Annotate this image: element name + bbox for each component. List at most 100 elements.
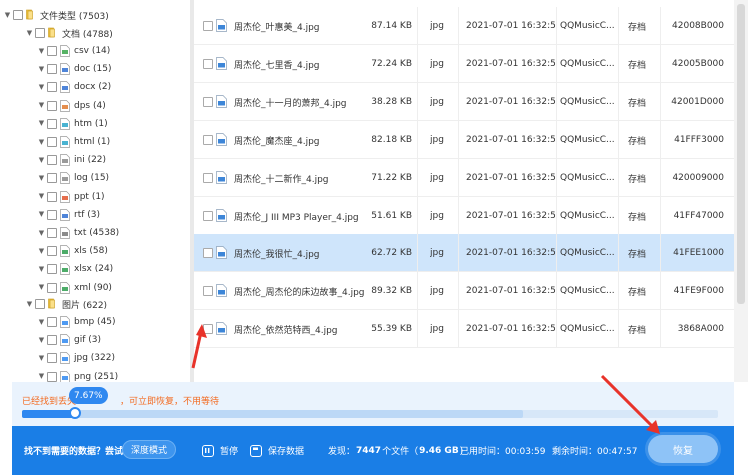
tree-images-label: 图片 (622) xyxy=(62,300,108,311)
file-row[interactable]: 周杰伦_J III MP3 Player_4.jpg 51.61 KB jpg 202… xyxy=(194,197,734,235)
doc-file-icon xyxy=(60,63,70,76)
scrollbar-thumb[interactable] xyxy=(737,4,745,304)
row-checkbox[interactable] xyxy=(203,135,213,145)
collapse-arrow-icon[interactable]: ▼ xyxy=(38,193,45,200)
file-row[interactable]: 周杰伦_叶惠美_4.jpg 87.14 KB jpg 2021-07-01 16:32… xyxy=(194,7,734,45)
tree-checkbox[interactable] xyxy=(47,209,57,220)
tree-checkbox[interactable] xyxy=(47,228,57,238)
collapse-arrow-icon[interactable]: ▼ xyxy=(38,156,45,164)
tree-checkbox[interactable] xyxy=(47,100,57,111)
row-checkbox[interactable] xyxy=(203,97,213,107)
docx-file-icon xyxy=(60,81,70,94)
tree-item-html[interactable]: ▼ html (1) xyxy=(38,133,110,151)
tree-item-dps[interactable]: ▼ dps (4) xyxy=(38,97,106,115)
tree-checkbox[interactable] xyxy=(47,82,57,93)
tree-root[interactable]: ▼ 文件类型 (7503) xyxy=(4,6,109,24)
collapse-arrow-icon[interactable]: ▼ xyxy=(38,102,45,109)
tree-item-doc[interactable]: ▼ doc (15) xyxy=(38,60,112,78)
tree-checkbox[interactable] xyxy=(47,46,57,56)
tree-item-rtf[interactable]: ▼ rtf (3) xyxy=(38,206,100,224)
collapse-arrow-icon[interactable]: ▼ xyxy=(38,120,45,127)
tree-item-ppt[interactable]: ▼ ppt (1) xyxy=(38,188,105,206)
tree-checkbox[interactable] xyxy=(47,118,57,129)
progress-message-tail: ，可立即恢复，不用等待 xyxy=(120,397,220,407)
tree-item-xlsx[interactable]: ▼ xlsx (24) xyxy=(38,260,113,278)
collapse-arrow-icon[interactable]: ▼ xyxy=(38,83,45,91)
collapse-arrow-icon[interactable]: ▼ xyxy=(26,300,33,308)
row-checkbox[interactable] xyxy=(203,173,213,183)
tree-checkbox[interactable] xyxy=(13,10,23,20)
recover-button[interactable]: 恢复 xyxy=(648,435,718,463)
file-row[interactable]: 周杰伦_魔杰座_4.jpg 82.18 KB jpg 2021-07-01 16:32… xyxy=(194,121,734,159)
tree-item-ini[interactable]: ▼ ini (22) xyxy=(38,151,106,169)
tree-images[interactable]: ▼ 图片 (622) xyxy=(26,295,107,313)
row-checkbox[interactable] xyxy=(203,324,213,334)
file-ext: jpg xyxy=(430,59,444,69)
deep-mode-button[interactable]: 深度模式 xyxy=(122,440,177,459)
file-row[interactable]: 周杰伦_十一月的萧邦_4.jpg 38.28 KB jpg 2021-07-01 16… xyxy=(194,83,734,121)
file-row[interactable]: 周杰伦_周杰伦的床边故事_4.jpg 89.32 KB jpg 2021-07-01 … xyxy=(194,272,734,310)
collapse-arrow-icon[interactable]: ▼ xyxy=(38,265,45,273)
tree-item-bmp[interactable]: ▼ bmp (45) xyxy=(38,313,116,331)
collapse-arrow-icon[interactable]: ▼ xyxy=(4,11,11,19)
collapse-arrow-icon[interactable]: ▼ xyxy=(38,336,45,344)
row-checkbox[interactable] xyxy=(203,21,213,31)
tree-checkbox[interactable] xyxy=(47,335,57,346)
gif-file-icon xyxy=(60,334,70,347)
collapse-arrow-icon[interactable]: ▼ xyxy=(38,318,45,326)
tree-checkbox[interactable] xyxy=(35,28,45,38)
tree-item-png[interactable]: ▼ png (251) xyxy=(38,368,118,382)
collapse-arrow-icon[interactable]: ▼ xyxy=(38,354,45,362)
file-row[interactable]: 周杰伦_七里香_4.jpg 72.24 KB jpg 2021-07-01 16:32… xyxy=(194,45,734,83)
file-row[interactable]: 周杰伦_依然范特西_4.jpg 55.39 KB jpg 2021-07-01 16:… xyxy=(194,310,734,348)
collapse-arrow-icon[interactable]: ▼ xyxy=(26,29,33,37)
tree-checkbox[interactable] xyxy=(47,317,57,327)
tree-item-txt[interactable]: ▼ txt (4538) xyxy=(38,224,119,242)
collapse-arrow-icon[interactable]: ▼ xyxy=(38,47,45,55)
tree-item-csv[interactable]: ▼ csv (14) xyxy=(38,42,110,60)
file-row[interactable]: 周杰伦_我很忙_4.jpg 62.72 KB jpg 2021-07-01 16:32… xyxy=(194,234,734,272)
tree-checkbox[interactable] xyxy=(47,137,57,147)
tree-docs[interactable]: ▼ 文档 (4788) xyxy=(26,24,113,42)
tree-item-gif[interactable]: ▼ gif (3) xyxy=(38,331,101,349)
row-checkbox[interactable] xyxy=(203,211,213,221)
tree-item-xls[interactable]: ▼ xls (58) xyxy=(38,242,108,260)
collapse-arrow-icon[interactable]: ▼ xyxy=(38,247,45,255)
row-checkbox[interactable] xyxy=(203,286,213,296)
tree-checkbox[interactable] xyxy=(47,371,57,382)
tree-checkbox[interactable] xyxy=(47,246,57,257)
list-scrollbar[interactable] xyxy=(734,0,748,382)
file-row[interactable]: 周杰伦_十二新作_4.jpg 71.22 KB jpg 2021-07-01 16:3… xyxy=(194,159,734,197)
tree-checkbox[interactable] xyxy=(35,299,45,309)
pause-button[interactable]: 暂停 xyxy=(202,426,238,475)
tree-checkbox[interactable] xyxy=(47,173,57,184)
tree-item-xml[interactable]: ▼ xml (90) xyxy=(38,279,112,297)
tree-checkbox[interactable] xyxy=(47,264,57,275)
tree-checkbox[interactable] xyxy=(47,282,57,293)
tree-item-jpg[interactable]: ▼ jpg (322) xyxy=(38,349,115,367)
tree-checkbox[interactable] xyxy=(47,191,57,202)
column-divider xyxy=(458,234,459,272)
row-checkbox[interactable] xyxy=(203,59,213,69)
column-divider xyxy=(417,7,418,45)
tree-item-log[interactable]: ▼ log (15) xyxy=(38,169,109,187)
tree-item-htm[interactable]: ▼ htm (1) xyxy=(38,115,108,133)
collapse-arrow-icon[interactable]: ▼ xyxy=(38,174,45,182)
row-checkbox[interactable] xyxy=(203,248,213,258)
collapse-arrow-icon[interactable]: ▼ xyxy=(38,138,45,146)
file-time: 2021-07-01 16:32:55 xyxy=(466,286,556,296)
tree-checkbox[interactable] xyxy=(47,64,57,75)
tree-checkbox[interactable] xyxy=(47,353,57,364)
collapse-arrow-icon[interactable]: ▼ xyxy=(38,229,45,237)
tree-item-docx[interactable]: ▼ docx (2) xyxy=(38,78,111,96)
collapse-arrow-icon[interactable]: ▼ xyxy=(38,211,45,218)
save-label: 保存数据 xyxy=(268,447,305,457)
save-data-button[interactable]: 保存数据 xyxy=(250,426,304,475)
tree-item-label: rtf (3) xyxy=(74,209,101,220)
collapse-arrow-icon[interactable]: ▼ xyxy=(38,65,45,73)
progress-bar-fill xyxy=(22,410,75,418)
tree-checkbox[interactable] xyxy=(47,155,57,166)
collapse-arrow-icon[interactable]: ▼ xyxy=(38,284,45,291)
file-size: 38.28 KB xyxy=(371,97,412,107)
collapse-arrow-icon[interactable]: ▼ xyxy=(38,373,45,380)
